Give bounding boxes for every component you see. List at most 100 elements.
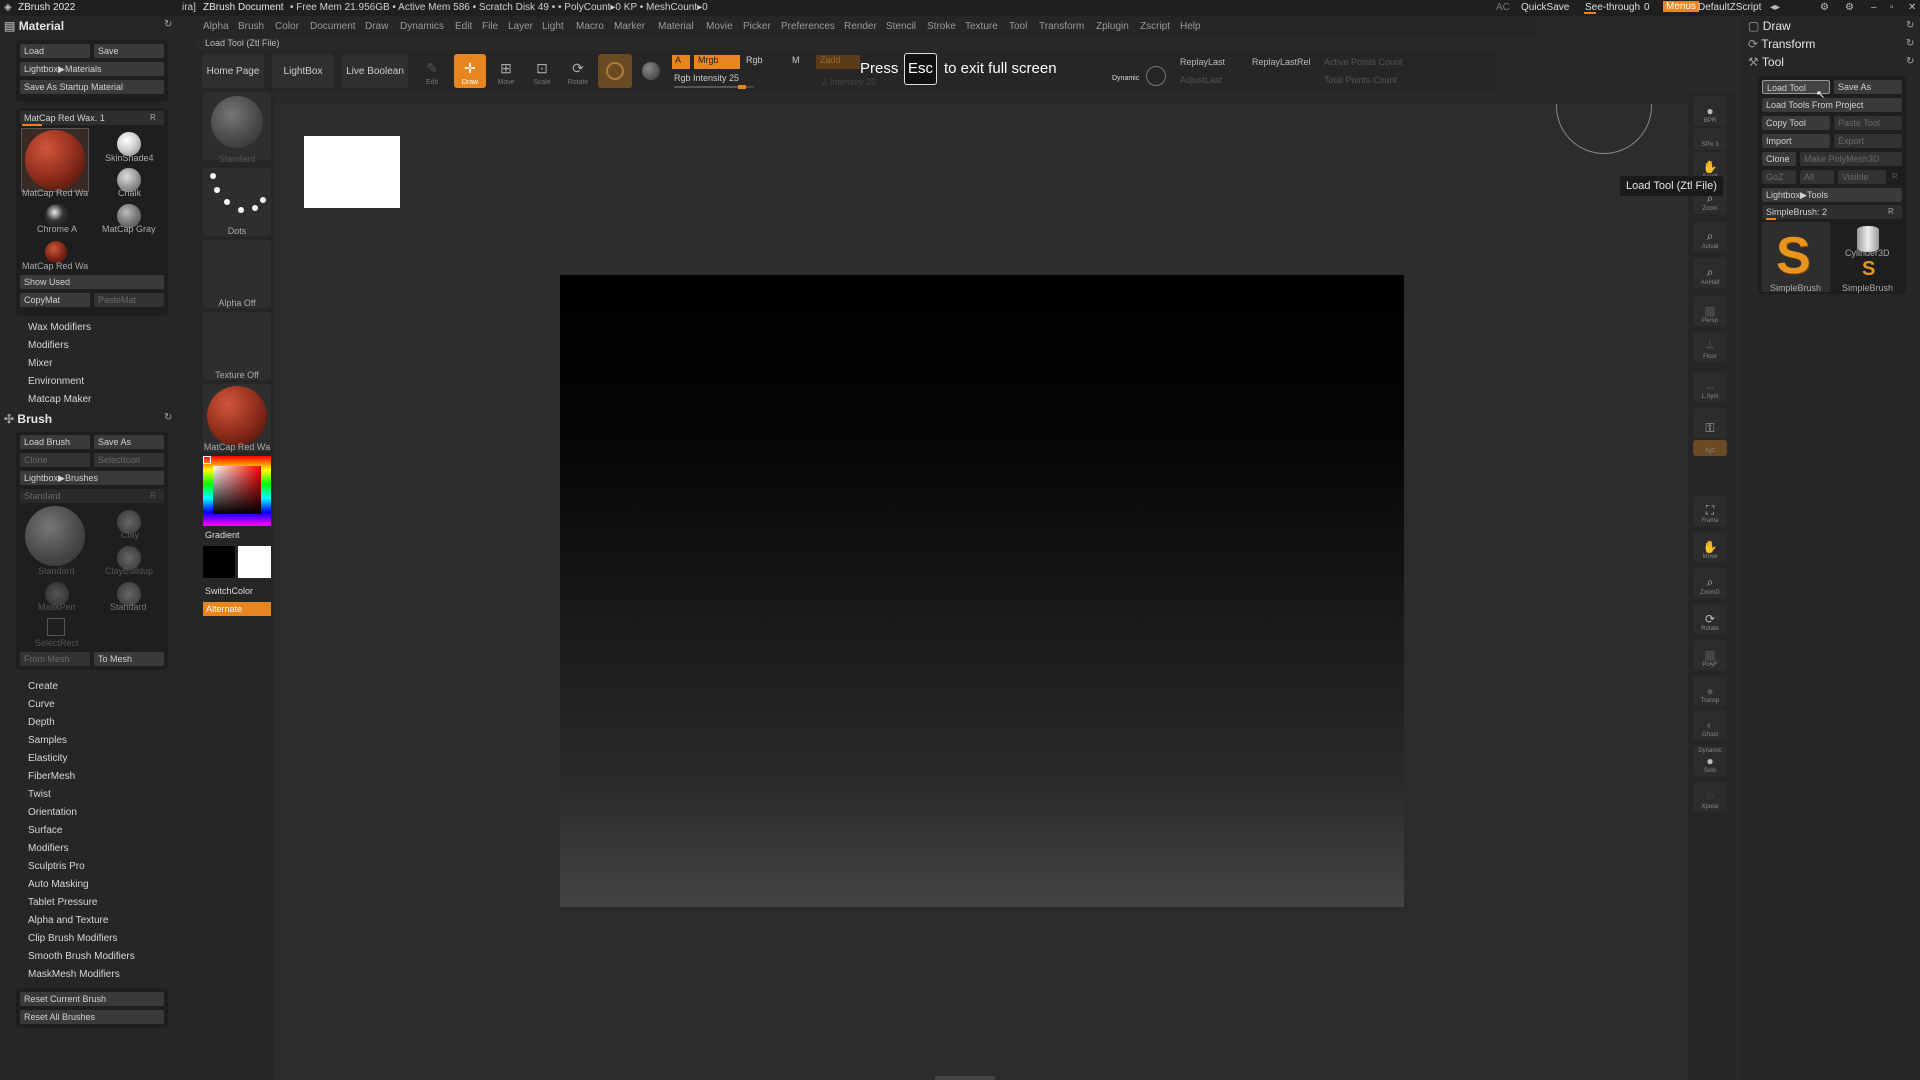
xyz-button[interactable]: Xyz bbox=[1693, 440, 1727, 456]
settings-icon[interactable]: ⚙ bbox=[1820, 2, 1829, 13]
brush-refresh-icon[interactable]: ↻ bbox=[164, 412, 172, 423]
goz-all-button[interactable]: All bbox=[1800, 170, 1834, 184]
lightbox-tools-button[interactable]: Lightbox▶Tools bbox=[1762, 188, 1902, 202]
menu-texture[interactable]: Texture bbox=[965, 21, 998, 32]
switchcolor-button[interactable]: SwitchColor bbox=[205, 586, 253, 596]
xpose-button[interactable]: ⁘ Xpose bbox=[1693, 782, 1727, 812]
ghost-button[interactable]: ◐ Ghost bbox=[1693, 710, 1727, 740]
draw-size-icon[interactable] bbox=[1146, 66, 1166, 86]
move-view-button[interactable]: ✋ Move bbox=[1693, 532, 1727, 562]
reset-all-brushes-button[interactable]: Reset All Brushes bbox=[20, 1010, 164, 1024]
orientation-section[interactable]: Orientation bbox=[28, 807, 77, 818]
import-button[interactable]: Import bbox=[1762, 134, 1830, 148]
secondary-color-swatch[interactable] bbox=[203, 546, 235, 578]
replay-last-button[interactable]: ReplayLast bbox=[1180, 57, 1225, 67]
export-button[interactable]: Export bbox=[1834, 134, 1902, 148]
live-boolean-button[interactable]: Live Boolean bbox=[342, 54, 408, 88]
matcap-red-wax-small-thumb[interactable] bbox=[45, 241, 67, 263]
to-mesh-button[interactable]: To Mesh bbox=[94, 652, 164, 666]
material-sphere-button[interactable] bbox=[636, 54, 666, 88]
paste-tool-button[interactable]: Paste Tool bbox=[1834, 116, 1902, 130]
alpha-texture-section[interactable]: Alpha and Texture bbox=[28, 915, 108, 926]
lightbox-button[interactable]: LightBox bbox=[272, 54, 334, 88]
auto-masking-section[interactable]: Auto Masking bbox=[28, 879, 89, 890]
menu-edit[interactable]: Edit bbox=[455, 21, 472, 32]
menu-brush[interactable]: Brush bbox=[238, 21, 264, 32]
zadd-toggle[interactable]: Zadd bbox=[816, 55, 860, 69]
tool-count-slider[interactable]: SimpleBrush: 2 bbox=[1762, 205, 1902, 219]
reset-current-brush-button[interactable]: Reset Current Brush bbox=[20, 992, 164, 1006]
menu-tool[interactable]: Tool bbox=[1009, 21, 1027, 32]
show-used-button[interactable]: Show Used bbox=[20, 275, 164, 289]
gradient-label[interactable]: Gradient bbox=[205, 530, 240, 540]
menu-render[interactable]: Render bbox=[844, 21, 877, 32]
menu-help[interactable]: Help bbox=[1180, 21, 1201, 32]
bottom-scroll-handle[interactable] bbox=[935, 1076, 995, 1080]
main-color-swatch[interactable] bbox=[238, 546, 271, 578]
brush-r-button[interactable]: R bbox=[150, 491, 156, 500]
layout-icon[interactable]: ◂▸ bbox=[1770, 2, 1780, 13]
persp-button[interactable]: ▦ Persp bbox=[1693, 296, 1727, 326]
wax-modifiers-section[interactable]: Wax Modifiers bbox=[28, 322, 91, 333]
menu-macro[interactable]: Macro bbox=[576, 21, 604, 32]
from-mesh-button[interactable]: From Mesh bbox=[20, 652, 90, 666]
menu-document[interactable]: Document bbox=[310, 21, 356, 32]
current-brush-slider[interactable]: Standard bbox=[20, 489, 164, 503]
copymat-button[interactable]: CopyMat bbox=[20, 293, 90, 307]
curve-section[interactable]: Curve bbox=[28, 699, 55, 710]
rotate-button[interactable]: ⟳ Rotate bbox=[562, 54, 594, 88]
alternate-toggle[interactable]: Alternate bbox=[203, 602, 271, 616]
transp-button[interactable]: ● Transp bbox=[1693, 676, 1727, 706]
menu-layer[interactable]: Layer bbox=[508, 21, 533, 32]
draw-button[interactable]: ✛ Draw bbox=[454, 54, 486, 88]
brush-header[interactable]: ✣ Brush bbox=[4, 412, 52, 426]
menu-light[interactable]: Light bbox=[542, 21, 564, 32]
adjust-last-slider[interactable]: AdjustLast bbox=[1180, 75, 1222, 85]
menu-color[interactable]: Color bbox=[275, 21, 299, 32]
fibermesh-section[interactable]: FiberMesh bbox=[28, 771, 75, 782]
mrgb-toggle[interactable]: Mrgb bbox=[694, 55, 740, 69]
tool-save-as-button[interactable]: Save As bbox=[1834, 80, 1902, 94]
edit-button[interactable]: ✎ Edit bbox=[416, 54, 448, 88]
elasticity-section[interactable]: Elasticity bbox=[28, 753, 67, 764]
load-tools-from-project-button[interactable]: Load Tools From Project bbox=[1762, 98, 1902, 112]
clip-brush-modifiers-section[interactable]: Clip Brush Modifiers bbox=[28, 933, 117, 944]
load-brush-button[interactable]: Load Brush bbox=[20, 435, 90, 449]
zoomd-button[interactable]: ⌕ ZoomD bbox=[1693, 568, 1727, 598]
menu-file[interactable]: File bbox=[482, 21, 498, 32]
tool-palette-header[interactable]: ⚒ Tool bbox=[1748, 55, 1784, 69]
rotate-view-button[interactable]: ⟳ Rotate bbox=[1693, 604, 1727, 634]
select-icon-button[interactable]: SelectIcon bbox=[94, 453, 164, 467]
move-button[interactable]: ⊞ Move bbox=[490, 54, 522, 88]
menu-material[interactable]: Material bbox=[658, 21, 694, 32]
dynamic-toggle[interactable]: Dynamic bbox=[1112, 75, 1139, 82]
brush-thumb-button[interactable] bbox=[598, 54, 632, 88]
z-intensity-slider[interactable]: Z Intensity 25 bbox=[822, 77, 876, 87]
modifiers-section[interactable]: Modifiers bbox=[28, 340, 69, 351]
mixer-section[interactable]: Mixer bbox=[28, 358, 52, 369]
material-header[interactable]: ▤ Material bbox=[4, 19, 64, 33]
create-section[interactable]: Create bbox=[28, 681, 58, 692]
goz-visible-button[interactable]: Visible bbox=[1838, 170, 1886, 184]
lightbox-brushes-button[interactable]: Lightbox▶Brushes bbox=[20, 471, 164, 485]
goz-button[interactable]: GoZ bbox=[1762, 170, 1796, 184]
menu-picker[interactable]: Picker bbox=[743, 21, 771, 32]
copy-tool-button[interactable]: Copy Tool bbox=[1762, 116, 1830, 130]
tool-refresh-icon[interactable]: ↻ bbox=[1906, 56, 1914, 67]
goz-r-button[interactable]: R bbox=[1892, 172, 1898, 181]
menu-zscript[interactable]: Zscript bbox=[1140, 21, 1170, 32]
brush-clone-button[interactable]: Clone bbox=[20, 453, 90, 467]
pastemat-button[interactable]: PasteMat bbox=[94, 293, 164, 307]
document-canvas[interactable] bbox=[560, 275, 1404, 907]
save-startup-material-button[interactable]: Save As Startup Material bbox=[20, 80, 164, 94]
m-toggle[interactable]: M bbox=[792, 55, 808, 69]
selectrect-brush-thumb[interactable] bbox=[47, 618, 65, 636]
replay-last-rel-button[interactable]: ReplayLastRel bbox=[1252, 57, 1311, 67]
minimize-icon[interactable]: – bbox=[1871, 2, 1877, 13]
home-page-button[interactable]: Home Page bbox=[202, 54, 264, 88]
menu-stencil[interactable]: Stencil bbox=[886, 21, 916, 32]
surface-section[interactable]: Surface bbox=[28, 825, 62, 836]
simplebrush-small-icon[interactable]: S bbox=[1862, 258, 1875, 281]
menu-stroke[interactable]: Stroke bbox=[927, 21, 956, 32]
spix-slider[interactable]: SPix 3 bbox=[1693, 128, 1727, 150]
